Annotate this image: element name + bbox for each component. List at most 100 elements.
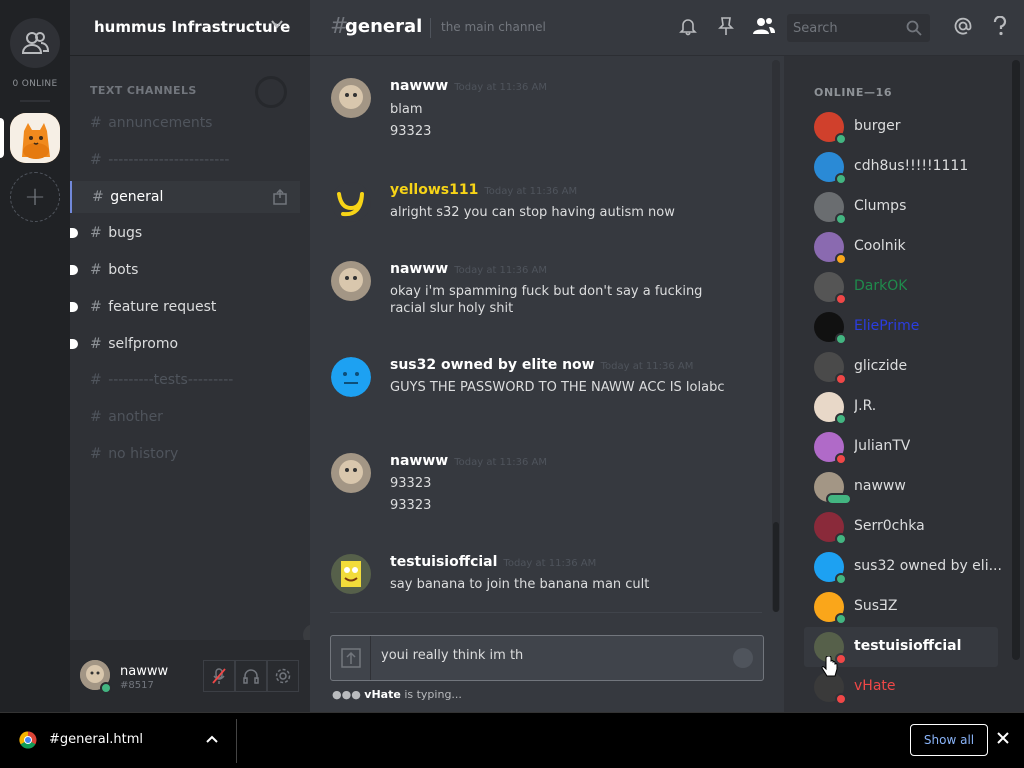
upload-button[interactable] [331,636,371,680]
avatar[interactable] [331,78,371,118]
member-item[interactable]: vHate [814,667,1002,707]
member-name: nawww [854,478,906,494]
member-item[interactable]: Coolnik [814,227,1002,267]
channel-tests-separator[interactable]: # ---------tests--------- [90,364,300,396]
message-text: alright s32 you can stop having autism n… [390,205,675,220]
channel-separator[interactable]: # ------------------------ [90,144,300,176]
member-name: SusƎZ [854,598,898,614]
dog-avatar-icon [331,453,371,493]
message-author[interactable]: nawww Today at 11:36 AM [390,261,547,277]
search-icon [906,20,922,36]
message-author[interactable]: nawww Today at 11:36 AM [390,453,547,469]
member-item[interactable]: Clumps [814,187,1002,227]
member-name: Coolnik [854,238,906,254]
member-item[interactable]: SusƎZ [814,587,1002,627]
pin-icon[interactable] [717,16,735,36]
typing-dots-icon: ●●● [332,688,361,701]
channel-bugs[interactable]: # bugs [70,217,300,249]
unread-indicator [70,302,78,312]
add-server-button[interactable]: + [10,172,60,222]
message-author[interactable]: testuisioffcial Today at 11:36 AM [390,554,596,570]
channel-title: general [345,16,423,37]
mention-icon[interactable] [953,16,973,36]
member-item[interactable]: gliczide [814,347,1002,387]
channel-bots[interactable]: # bots [70,254,300,286]
server-icon-hummus[interactable] [10,113,60,163]
search-box[interactable] [787,14,930,42]
member-item[interactable]: J.R. [814,387,1002,427]
server-header[interactable]: hummus Infrastructure [70,0,310,56]
hash-icon: # [90,152,102,168]
message-composer[interactable]: youi really think im th [330,635,764,681]
channel-another[interactable]: # another [90,401,300,433]
dog-avatar-icon [331,78,371,118]
avatar[interactable] [331,554,371,594]
friends-home-button[interactable] [10,18,60,68]
close-icon[interactable] [996,731,1010,745]
download-bar: #general.html Show all [0,712,1024,768]
status-online-indicator [835,413,847,425]
avatar[interactable] [331,453,371,493]
deafen-button[interactable] [235,660,267,692]
member-name: Clumps [854,198,907,214]
avatar[interactable] [331,261,371,301]
channel-annuncements[interactable]: # annuncements [90,107,300,139]
message-author[interactable]: sus32 owned by elite now Today at 11:36 A… [390,357,693,373]
hash-icon: # [90,446,102,462]
channel-topic: the main channel [441,20,546,34]
category-text-channels[interactable]: TEXT CHANNELS [90,84,197,97]
hash-icon: # [92,189,104,205]
online-count: 0 ONLINE [12,79,58,89]
message-timestamp: Today at 11:36 AM [484,186,578,197]
orange-cat-icon [10,113,60,163]
member-name: JulianTV [854,438,911,454]
member-item[interactable]: Serr0chka [814,507,1002,547]
search-input[interactable] [793,18,903,38]
member-item[interactable]: sus32 owned by eli... [814,547,1002,587]
settings-button[interactable] [267,660,299,692]
message-author[interactable]: yellows111 Today at 11:36 AM [390,182,577,198]
emoji-icon[interactable] [733,648,753,668]
channel-no-history[interactable]: # no history [90,438,300,470]
plus-icon: + [24,182,46,212]
chevron-up-icon[interactable] [205,734,219,744]
member-list: ONLINE—16 burger cdh8us!!!!!1111 Clumps … [784,56,1024,712]
member-item[interactable]: burger [814,107,1002,147]
unread-indicator [70,339,78,349]
message-timestamp: Today at 11:36 AM [454,457,548,468]
hash-icon: # [90,299,102,315]
message-author[interactable]: nawww Today at 11:36 AM [390,78,547,94]
mute-button[interactable] [203,660,235,692]
chat-scroll-thumb[interactable] [773,522,779,612]
upload-icon [340,648,361,668]
loading-spinner-icon [255,76,287,108]
message-input[interactable]: youi really think im th [381,648,721,663]
channel-selfpromo[interactable]: # selfpromo [70,328,300,360]
bell-icon[interactable] [678,16,698,36]
avatar[interactable] [331,182,371,222]
member-name: DarkOK [854,278,908,294]
server-name: hummus Infrastructure [94,18,291,36]
member-item[interactable]: EliePrime [814,307,1002,347]
channel-feature-request[interactable]: # feature request [70,291,300,323]
header-divider [430,18,431,38]
members-scrollbar[interactable] [1012,60,1020,660]
typing-indicator: ●●● vHate is typing... [332,688,462,701]
channel-general[interactable]: # general [70,181,300,213]
invite-icon[interactable] [272,189,288,205]
status-online-indicator [835,613,847,625]
show-all-button[interactable]: Show all [910,724,988,756]
member-item[interactable]: DarkOK [814,267,1002,307]
member-name: burger [854,118,901,134]
hash-icon: # [90,225,102,241]
message-text: 93323 [390,476,432,491]
download-filename[interactable]: #general.html [49,732,143,747]
member-name: cdh8us!!!!!1111 [854,158,969,174]
avatar[interactable] [331,357,371,397]
help-icon[interactable] [992,16,1008,36]
members-icon[interactable] [752,16,776,36]
member-item[interactable]: JulianTV [814,427,1002,467]
member-item[interactable]: cdh8us!!!!!1111 [814,147,1002,187]
status-dnd-indicator [835,453,847,465]
member-item[interactable]: nawww [814,467,1002,507]
